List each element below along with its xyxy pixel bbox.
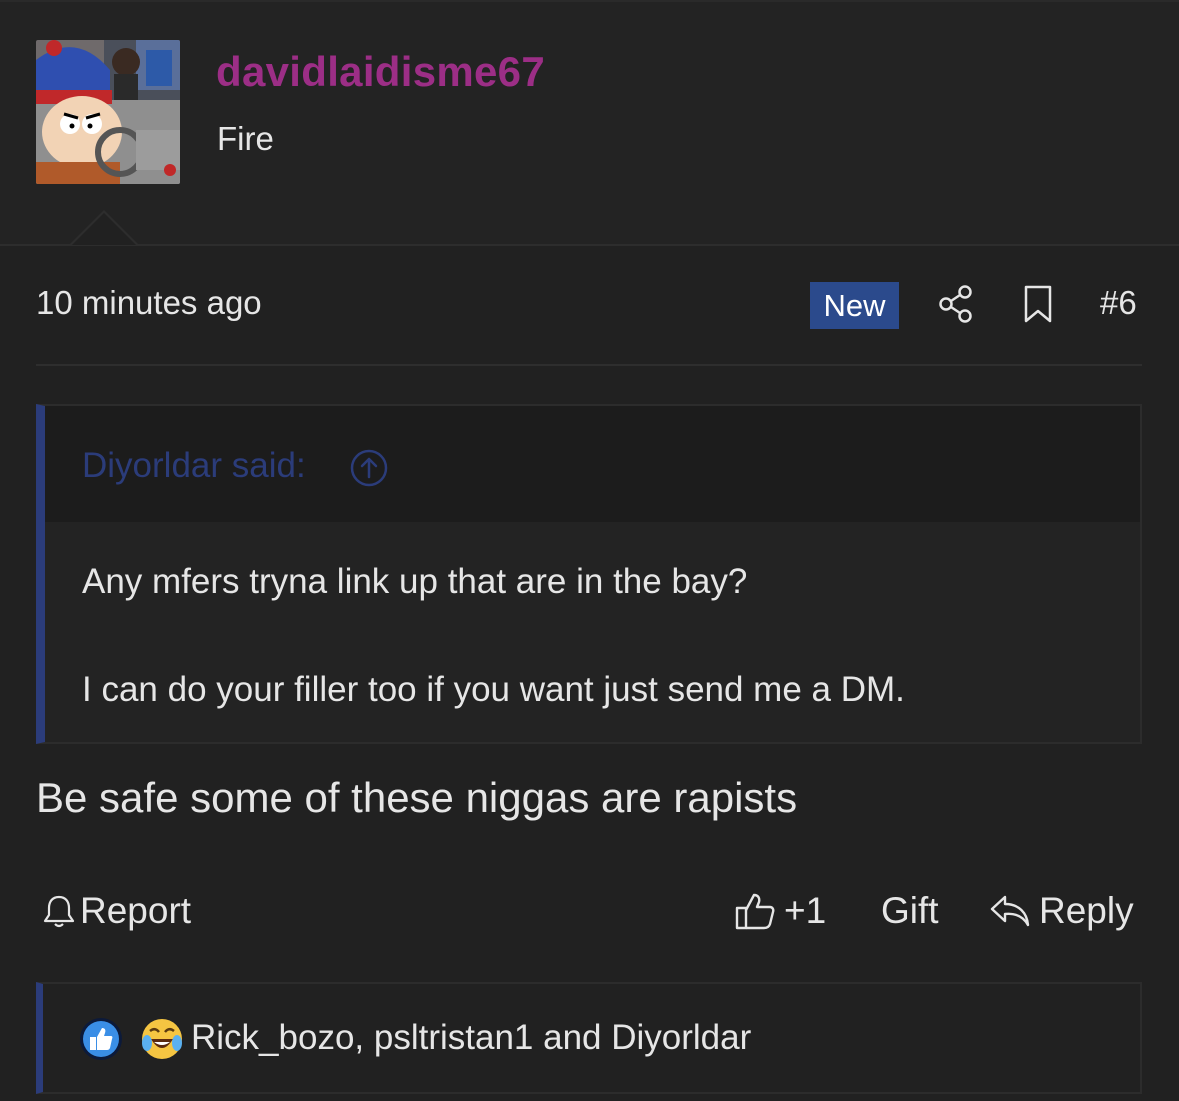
post-timestamp[interactable]: 10 minutes ago [36,284,262,322]
reply-label: Reply [1039,890,1134,931]
post-number-link[interactable]: #6 [1100,284,1137,322]
new-badge: New [810,282,899,329]
quote-text-line: Any mfers tryna link up that are in the … [82,562,748,601]
quote-author[interactable]: Diyorldar said: [82,446,306,486]
reactions-bar: Rick_bozo, psltristan1 and Diyorldar [36,982,1142,1094]
quote-block: Diyorldar said: Any mfers tryna link up … [36,404,1142,744]
like-count: +1 [784,890,827,931]
meta-divider [36,364,1142,366]
like-reaction-icon[interactable] [79,1017,123,1061]
quote-text-line: I can do your filler too if you want jus… [82,670,905,709]
bell-icon [43,895,75,928]
reaction-users[interactable]: Rick_bozo, psltristan1 and Diyorldar [191,1018,751,1058]
report-label: Report [80,890,192,931]
message-pointer-inner [72,213,136,245]
reply-arrow-icon [990,895,1030,927]
quote-body: Any mfers tryna link up that are in the … [45,522,1140,742]
arrow-up-circle-icon[interactable] [349,448,389,488]
post-message: Be safe some of these niggas are rapists [36,774,798,821]
user-title: Fire [217,120,274,157]
gift-button[interactable]: Gift [881,886,939,936]
avatar[interactable] [36,40,180,184]
reply-button[interactable]: Reply [989,886,1134,936]
laugh-crying-reaction-icon[interactable] [140,1017,184,1061]
username[interactable]: davidlaidisme67 [216,48,545,96]
quote-header: Diyorldar said: [45,406,1140,522]
report-button[interactable]: Report [42,886,191,936]
like-button[interactable]: +1 [734,886,826,936]
share-icon[interactable] [938,284,974,324]
user-info-bar: davidlaidisme67 Fire [0,0,1179,246]
post-meta: 10 minutes ago New #6 [36,276,1142,336]
thumbs-up-icon [735,893,775,930]
post-actions: Report +1 Gift Reply [36,880,1142,940]
bookmark-icon[interactable] [1022,284,1054,324]
